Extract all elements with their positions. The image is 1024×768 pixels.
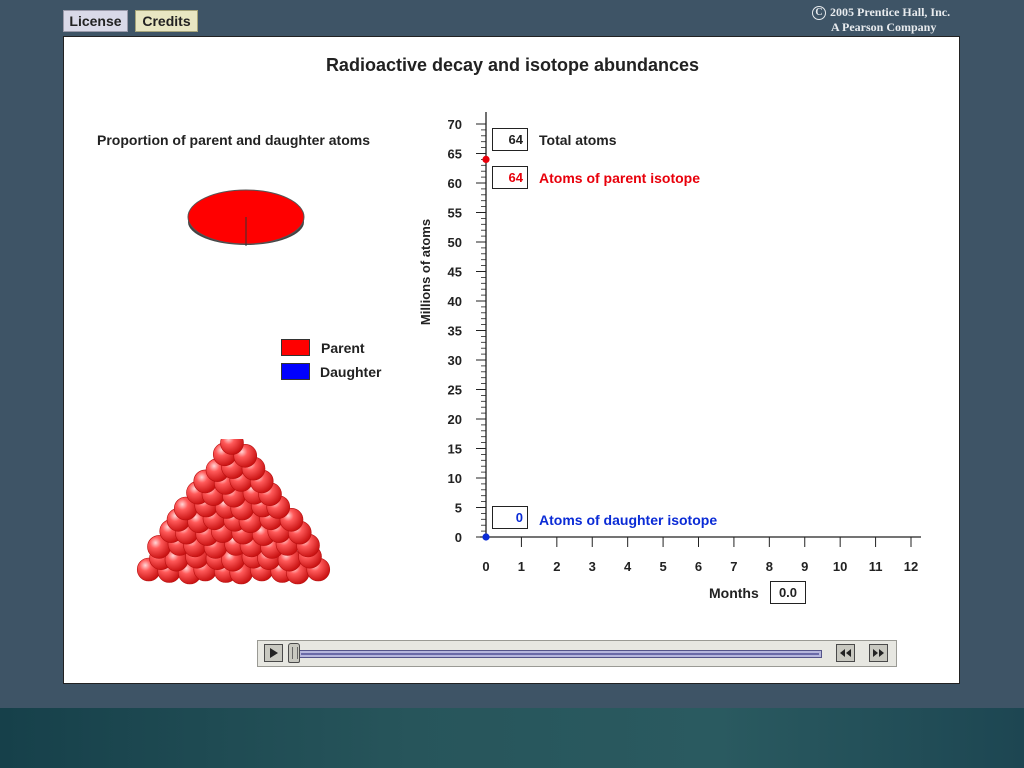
page-title: Radioactive decay and isotope abundances — [325, 55, 700, 75]
x-tick-label: 5 — [659, 559, 666, 574]
y-tick-label: 0 — [455, 530, 462, 545]
y-tick-label: 45 — [448, 265, 462, 280]
x-tick-label: 3 — [589, 559, 596, 574]
parent-data-point — [482, 155, 490, 163]
license-button[interactable]: License — [63, 10, 128, 32]
pie-chart-title: Proportion of parent and daughter atoms — [97, 132, 371, 148]
x-tick-label: 9 — [801, 559, 808, 574]
timeline-slider-thumb[interactable] — [288, 643, 300, 663]
daughter-atoms-readout: 0 — [492, 506, 528, 529]
x-tick-label: 7 — [730, 559, 737, 574]
total-atoms-label: Total atoms — [539, 132, 617, 148]
rewind-button[interactable] — [836, 644, 855, 662]
x-tick-label: 4 — [624, 559, 632, 574]
legend-daughter-label: Daughter — [320, 364, 382, 380]
parent-atoms-readout: 64 — [492, 166, 528, 189]
months-readout: 0.0 — [770, 581, 806, 604]
copyright-line-2: A Pearson Company — [831, 20, 937, 35]
x-tick-label: 11 — [869, 559, 883, 574]
simulation-panel: Radioactive decay and isotope abundances… — [63, 36, 960, 684]
x-tick-label: 10 — [833, 559, 847, 574]
atoms-pile-icon — [136, 439, 331, 585]
timeline-slider-track[interactable] — [298, 650, 822, 658]
daughter-atoms-label: Atoms of daughter isotope — [539, 512, 718, 528]
y-tick-label: 15 — [448, 442, 462, 457]
credits-button[interactable]: Credits — [135, 10, 198, 32]
y-tick-label: 35 — [448, 324, 462, 339]
y-tick-label: 50 — [448, 235, 462, 250]
copyright-icon: C — [812, 6, 826, 21]
playback-controls — [257, 640, 897, 667]
legend-parent-label: Parent — [321, 340, 365, 356]
y-tick-label: 25 — [448, 383, 462, 398]
y-tick-label: 20 — [448, 412, 462, 427]
copyright-line-1: 2005 Prentice Hall, Inc. — [830, 5, 951, 19]
x-tick-label: 1 — [518, 559, 525, 574]
fast-forward-button[interactable] — [869, 644, 888, 662]
parent-atoms-label: Atoms of parent isotope — [539, 170, 701, 186]
months-label: Months — [709, 585, 759, 601]
y-axis-label: Millions of atoms — [418, 219, 433, 325]
total-atoms-readout: 64 — [492, 128, 528, 151]
y-tick-label: 55 — [448, 206, 462, 221]
x-tick-label: 6 — [695, 559, 702, 574]
timeline-slider-fill — [301, 653, 819, 655]
x-tick-label: 0 — [482, 559, 489, 574]
rewind-icon — [840, 649, 851, 657]
y-tick-label: 65 — [448, 147, 462, 162]
y-tick-label: 5 — [455, 501, 462, 516]
y-tick-label: 40 — [448, 294, 462, 309]
x-tick-label: 12 — [904, 559, 918, 574]
proportion-pie-chart — [187, 189, 305, 246]
bottom-background-band — [0, 708, 1024, 768]
x-tick-label: 8 — [766, 559, 773, 574]
copyright-notice: C 2005 Prentice Hall, Inc. A Pearson Comp… — [812, 5, 950, 34]
y-tick-label: 70 — [448, 117, 462, 132]
legend-parent-swatch — [281, 339, 310, 356]
play-button[interactable] — [264, 644, 283, 662]
y-tick-label: 60 — [448, 176, 462, 191]
y-tick-label: 10 — [448, 471, 462, 486]
x-tick-label: 2 — [553, 559, 560, 574]
play-icon — [270, 648, 278, 658]
legend-daughter-swatch — [281, 363, 310, 380]
fast-forward-icon — [873, 649, 884, 657]
daughter-data-point — [482, 533, 490, 541]
y-tick-label: 30 — [448, 353, 462, 368]
